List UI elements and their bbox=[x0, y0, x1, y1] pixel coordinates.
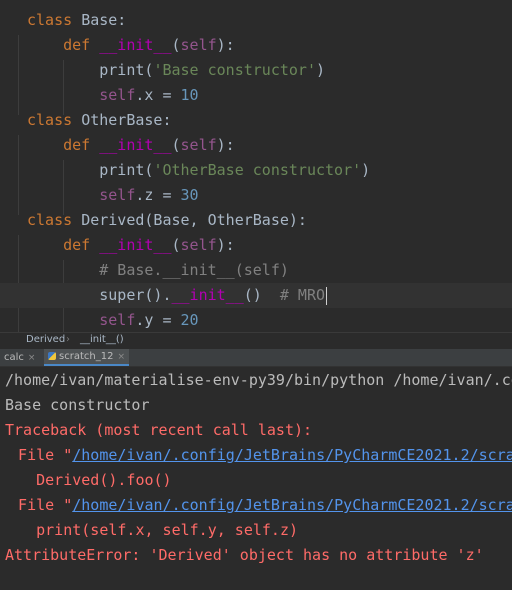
code-line[interactable]: def __init__(self): bbox=[0, 33, 512, 58]
code-token: print( bbox=[27, 61, 154, 79]
python-icon bbox=[48, 352, 56, 360]
breadcrumb-class[interactable]: Derived bbox=[26, 334, 65, 345]
code-token: OtherBase: bbox=[81, 111, 172, 129]
code-token: Derived(Base, OtherBase): bbox=[81, 211, 307, 229]
code-token: .x = bbox=[135, 86, 181, 104]
code-token: self bbox=[180, 136, 217, 154]
file-link[interactable]: /home/ivan/.config/JetBrains/PyCharmCE20… bbox=[72, 446, 512, 464]
code-token: def bbox=[63, 36, 100, 54]
code-token: self bbox=[99, 186, 136, 204]
code-line[interactable]: class Derived(Base, OtherBase): bbox=[0, 208, 512, 233]
file-prefix: File " bbox=[0, 496, 73, 514]
run-console[interactable]: /home/ivan/materialise-env-py39/bin/pyth… bbox=[0, 367, 512, 590]
code-token: class bbox=[27, 111, 82, 129]
traceback-file-line: File "/home/ivan/.config/JetBrains/PyCha… bbox=[0, 443, 512, 468]
code-token: 20 bbox=[180, 311, 199, 329]
code-line[interactable]: def __init__(self): bbox=[0, 133, 512, 158]
code-line[interactable]: # Base.__init__(self) bbox=[0, 258, 512, 283]
code-token: Base: bbox=[81, 11, 127, 29]
code-token: () bbox=[243, 286, 280, 304]
tab-calc[interactable]: calc × bbox=[0, 349, 39, 366]
traceback-code-line: Derived().foo() bbox=[0, 471, 172, 489]
tab-label: scratch_12 bbox=[59, 351, 114, 362]
breadcrumb-separator: › bbox=[66, 334, 70, 345]
code-token: self bbox=[99, 311, 136, 329]
code-token: self bbox=[180, 36, 217, 54]
code-token: ) bbox=[316, 61, 326, 79]
tab-label: calc bbox=[4, 352, 24, 363]
code-token: ): bbox=[216, 36, 235, 54]
code-line[interactable]: class OtherBase: bbox=[0, 108, 512, 133]
code-token: .z = bbox=[135, 186, 181, 204]
code-token: # MRO bbox=[279, 286, 326, 304]
code-line[interactable]: self.x = 10 bbox=[0, 83, 512, 108]
code-token: 'OtherBase constructor' bbox=[153, 161, 362, 179]
code-token: 10 bbox=[180, 86, 199, 104]
breadcrumb: Derived › __init__() bbox=[0, 332, 512, 349]
code-token: ): bbox=[216, 236, 235, 254]
text-caret bbox=[326, 286, 328, 305]
code-token: ( bbox=[171, 36, 181, 54]
traceback-header: Traceback (most recent call last): bbox=[5, 421, 313, 439]
breadcrumb-method[interactable]: __init__() bbox=[80, 334, 124, 345]
code-line[interactable]: super().__init__() # MRO bbox=[0, 283, 512, 308]
code-token: def bbox=[63, 136, 100, 154]
file-link[interactable]: /home/ivan/.config/JetBrains/PyCharmCE20… bbox=[72, 496, 512, 514]
code-token: ) bbox=[361, 161, 371, 179]
code-token: .y = bbox=[135, 311, 181, 329]
code-token: def bbox=[63, 236, 100, 254]
code-token: print( bbox=[27, 161, 154, 179]
error-message: AttributeError: 'Derived' object has no … bbox=[5, 546, 484, 564]
close-icon[interactable]: × bbox=[117, 352, 125, 362]
code-editor[interactable]: I class Base: def __init__(self): print(… bbox=[0, 0, 512, 332]
code-line[interactable]: print('Base constructor') bbox=[0, 58, 512, 83]
close-icon[interactable]: × bbox=[28, 353, 36, 363]
code-token: __init__ bbox=[99, 136, 172, 154]
console-output: Base constructor bbox=[5, 396, 150, 414]
traceback-code-line: print(self.x, self.y, self.z) bbox=[0, 521, 299, 539]
code-line[interactable]: def __init__(self): bbox=[0, 233, 512, 258]
code-token: self bbox=[180, 236, 217, 254]
code-token: ( bbox=[171, 236, 181, 254]
run-tab-bar: calc × scratch_12 × bbox=[0, 349, 512, 367]
code-token: super(). bbox=[27, 286, 172, 304]
code-token: __init__ bbox=[99, 36, 172, 54]
code-token: ): bbox=[216, 136, 235, 154]
code-line[interactable]: self.y = 20 bbox=[0, 308, 512, 332]
code-token: ( bbox=[171, 136, 181, 154]
code-token: 'Base constructor' bbox=[153, 61, 316, 79]
code-token: class bbox=[27, 11, 82, 29]
code-token: __init__ bbox=[99, 236, 172, 254]
code-token: 30 bbox=[180, 186, 199, 204]
code-token: self bbox=[99, 86, 136, 104]
code-token: __init__ bbox=[171, 286, 244, 304]
console-command: /home/ivan/materialise-env-py39/bin/pyth… bbox=[5, 371, 512, 389]
code-line[interactable]: class Base: bbox=[0, 8, 512, 33]
file-prefix: File " bbox=[0, 446, 73, 464]
code-token: # Base.__init__(self) bbox=[27, 261, 289, 279]
code-line[interactable]: print('OtherBase constructor') bbox=[0, 158, 512, 183]
code-token: class bbox=[27, 211, 82, 229]
tab-scratch-12[interactable]: scratch_12 × bbox=[44, 349, 129, 366]
traceback-file-line: File "/home/ivan/.config/JetBrains/PyCha… bbox=[0, 493, 512, 518]
code-line[interactable]: self.z = 30 bbox=[0, 183, 512, 208]
